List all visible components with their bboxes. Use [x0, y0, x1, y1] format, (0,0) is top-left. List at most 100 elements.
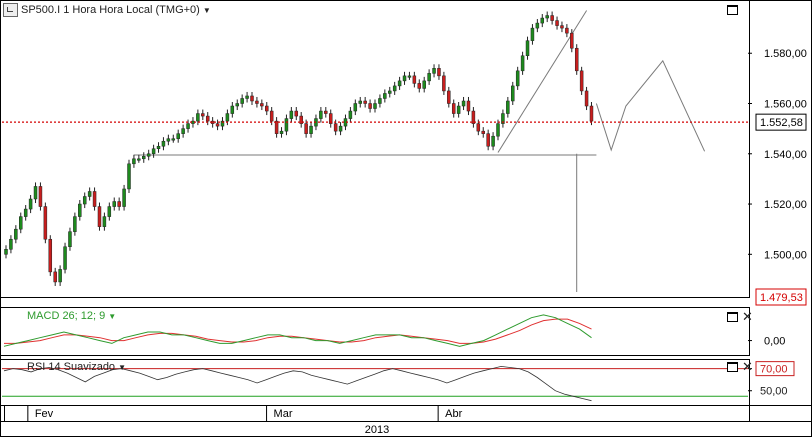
candle	[402, 75, 407, 82]
candle	[397, 80, 402, 87]
candle	[412, 75, 417, 84]
candle	[63, 246, 67, 270]
candle	[407, 75, 412, 78]
candle	[112, 201, 116, 207]
candle	[579, 70, 584, 92]
candle	[545, 15, 549, 19]
candle	[284, 118, 289, 132]
candle	[363, 100, 367, 104]
main-panel	[0, 0, 750, 298]
candle	[97, 206, 102, 227]
candle	[255, 100, 259, 104]
candle	[58, 269, 62, 283]
candle	[570, 32, 574, 49]
candle	[205, 115, 210, 122]
main-maximize-button[interactable]	[727, 5, 738, 15]
candle	[520, 55, 525, 72]
macd-tick-label: 0,00	[764, 336, 785, 348]
candle	[127, 163, 131, 190]
rsi-panel-title[interactable]: RSI 14 Suavizado	[27, 361, 115, 373]
macd-close-icon[interactable]: ✕	[742, 310, 753, 323]
rsi-maximize-button[interactable]	[727, 362, 738, 372]
macd-title-dropdown-icon[interactable]: ▼	[108, 312, 116, 321]
candle	[53, 271, 57, 283]
candle	[535, 22, 540, 29]
main-title-dropdown-icon[interactable]: ▼	[203, 6, 211, 15]
candle	[289, 110, 294, 119]
candle	[92, 191, 97, 207]
candle	[338, 125, 343, 132]
rsi-close-icon[interactable]: ✕	[742, 360, 753, 373]
candle	[555, 20, 559, 26]
rsi-tick-label: 70,00	[760, 364, 788, 376]
main-y-axis: 1.500,00 1.520,00 1.540,00 1.560,00 1.580,00	[748, 48, 807, 261]
candle	[215, 123, 220, 127]
candle	[196, 113, 200, 122]
candle	[358, 100, 362, 104]
candle	[225, 113, 230, 122]
candle	[437, 68, 441, 77]
candle	[427, 73, 431, 82]
candle	[151, 148, 156, 155]
rsi-title-dropdown-icon[interactable]: ▼	[118, 363, 126, 372]
candle	[442, 75, 446, 92]
x-tick-label: Abr	[445, 408, 462, 420]
candle	[68, 231, 72, 248]
candle	[201, 113, 205, 117]
candle	[161, 140, 166, 147]
rsi-panel-header: RSI 14 Suavizado ▼	[27, 361, 126, 373]
candle	[122, 188, 126, 207]
candle	[28, 198, 33, 210]
candle	[14, 228, 18, 240]
candle	[511, 85, 515, 102]
candle	[496, 123, 500, 137]
candle	[235, 103, 239, 107]
candle	[481, 130, 485, 134]
candle	[565, 27, 569, 34]
candle	[274, 120, 279, 134]
candle	[348, 110, 353, 119]
main-panel-title[interactable]: SP500.I 1 Hora Hora Local (TMG+0)	[21, 4, 200, 16]
y-tick-label: 1.560,00	[764, 99, 807, 111]
candle	[156, 145, 161, 149]
candle	[265, 105, 269, 112]
candle	[260, 103, 264, 107]
candle	[294, 110, 299, 117]
candle	[269, 110, 274, 122]
candle	[176, 133, 180, 139]
candle	[142, 156, 146, 160]
candle	[466, 100, 471, 112]
price-label-text: 1.552,58	[760, 117, 803, 129]
candle	[250, 95, 254, 102]
candle	[309, 125, 313, 134]
candle	[373, 103, 377, 109]
macd-y-axis: 0,00	[748, 336, 785, 348]
macd-maximize-button[interactable]	[727, 312, 738, 322]
candle	[422, 80, 426, 89]
candle	[432, 68, 436, 74]
candle	[102, 216, 107, 227]
y-tick-label: 1.520,00	[764, 199, 807, 211]
candle	[353, 103, 358, 112]
candle	[171, 138, 176, 141]
candle	[4, 249, 8, 255]
candle	[392, 85, 397, 92]
candle	[461, 100, 466, 107]
candle	[19, 216, 23, 230]
candle	[324, 110, 328, 114]
candle	[245, 95, 249, 99]
candle	[417, 83, 422, 89]
candle	[117, 201, 121, 207]
candle	[574, 47, 579, 72]
time-axis: Fev Mar Abr	[4, 405, 463, 421]
candle	[378, 98, 382, 104]
candle	[319, 110, 323, 119]
year-label: 2013	[365, 424, 389, 436]
candle	[456, 105, 461, 114]
macd-panel-title[interactable]: MACD 26; 12; 9	[27, 310, 105, 322]
candle	[304, 123, 308, 134]
candle	[43, 206, 48, 240]
candle	[368, 103, 372, 109]
x-tick-label: Mar	[274, 408, 293, 420]
candle	[515, 70, 520, 87]
